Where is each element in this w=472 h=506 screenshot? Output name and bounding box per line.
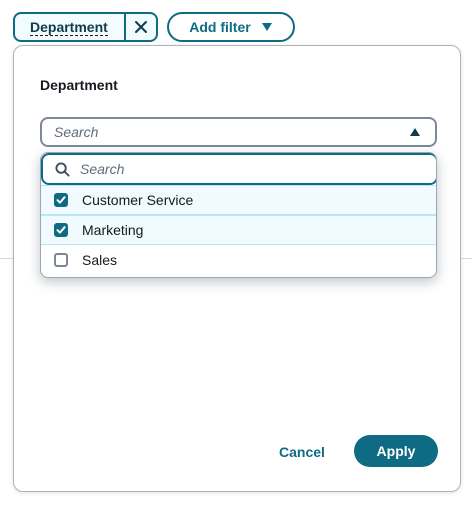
checkbox-checked[interactable] — [54, 223, 68, 237]
caret-down-icon — [261, 23, 272, 31]
option-label: Marketing — [82, 222, 144, 238]
checkbox-unchecked[interactable] — [54, 252, 68, 267]
department-select[interactable]: Search — [40, 117, 437, 147]
option-label: Customer Service — [82, 192, 194, 208]
dropdown-search[interactable] — [41, 153, 436, 185]
checkbox-checked[interactable] — [54, 193, 68, 207]
option-customer-service[interactable]: Customer Service — [41, 185, 436, 215]
options-list: Customer Service Marketing Sales — [41, 185, 436, 275]
cancel-button[interactable]: Cancel — [272, 437, 332, 467]
close-icon — [135, 21, 147, 33]
remove-filter-button[interactable] — [124, 14, 156, 40]
add-filter-button[interactable]: Add filter — [167, 12, 295, 42]
option-marketing[interactable]: Marketing — [41, 215, 436, 245]
popover-title: Department — [40, 77, 118, 93]
select-placeholder: Search — [54, 124, 99, 140]
add-filter-label: Add filter — [189, 19, 251, 35]
option-label: Sales — [82, 251, 118, 268]
checkmark-icon — [56, 196, 66, 204]
caret-up-icon — [410, 128, 420, 136]
filter-popover: Department Search Customer Service — [13, 45, 461, 492]
option-sales[interactable]: Sales — [41, 245, 436, 275]
department-filter-chip[interactable]: Department — [13, 12, 158, 42]
chip-label-text: Department — [30, 18, 108, 36]
checkmark-icon — [56, 226, 66, 234]
apply-button[interactable]: Apply — [354, 435, 438, 467]
search-icon — [55, 161, 70, 177]
department-dropdown: Customer Service Marketing Sales — [40, 152, 437, 278]
search-input[interactable] — [80, 161, 410, 177]
chip-label[interactable]: Department — [15, 14, 124, 40]
